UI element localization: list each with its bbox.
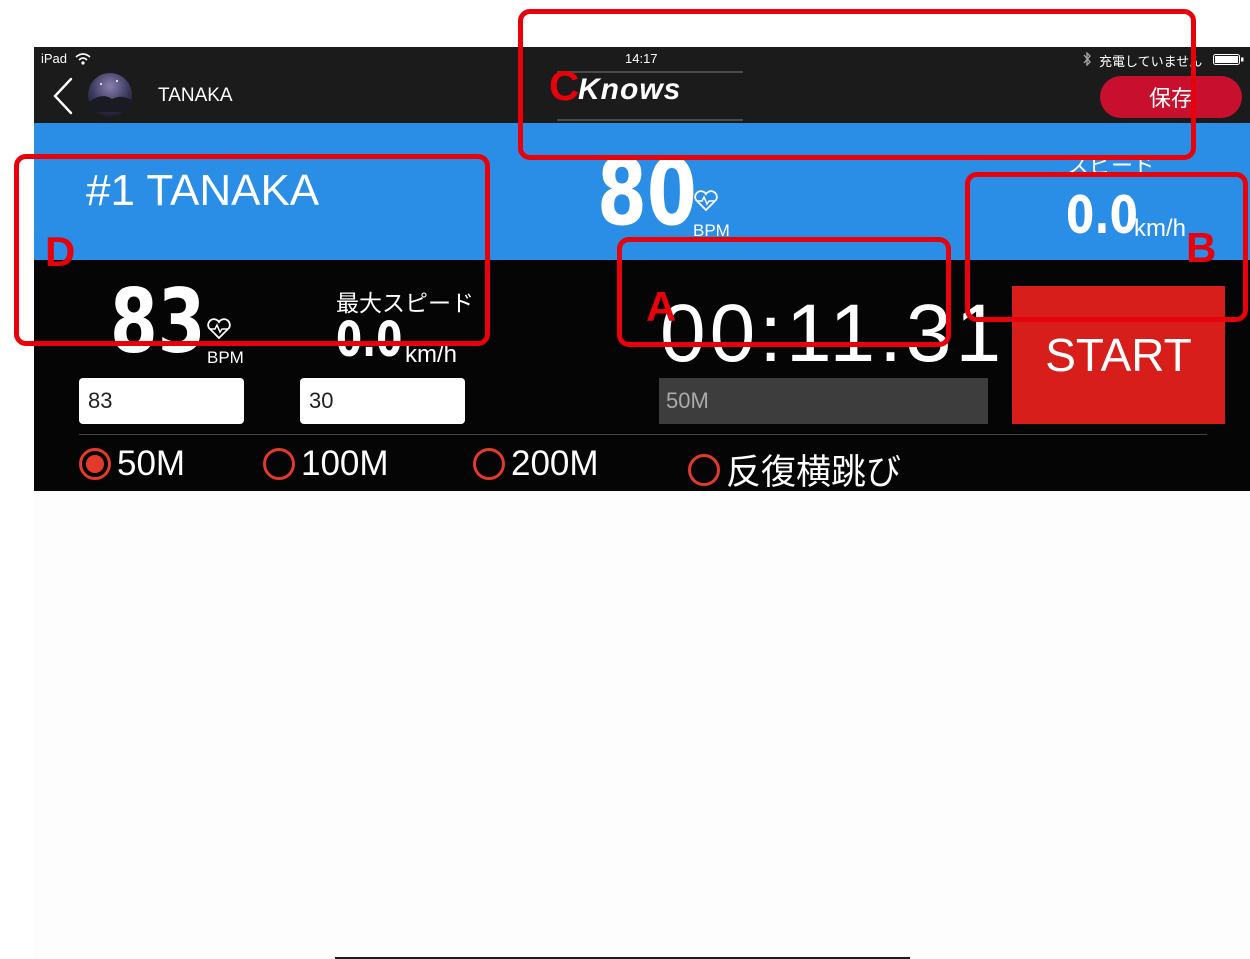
wifi-icon	[75, 53, 91, 65]
event-radio-label: 100M	[301, 444, 389, 483]
radio-selected-dot	[86, 455, 104, 473]
annotation-label-d: D	[45, 228, 76, 275]
avatar[interactable]	[87, 72, 133, 118]
heart-rate-icon	[694, 190, 718, 212]
battery-icon	[1213, 54, 1244, 65]
heart-rate-value: 80	[597, 139, 697, 246]
event-radio-label: 200M	[511, 444, 599, 483]
event-radio-100m[interactable]: 100M	[263, 444, 389, 484]
device-label: iPad	[41, 51, 68, 66]
event-radio-50m[interactable]: 50M	[79, 444, 185, 484]
heart-rate-input[interactable]: 83	[79, 378, 244, 424]
annotation-box-c	[518, 9, 1196, 160]
event-radio-label: 反復横跳び	[726, 453, 902, 492]
radio-button-icon[interactable]	[79, 448, 111, 480]
event-radio-200m[interactable]: 200M	[473, 444, 599, 484]
event-radio-label: 50M	[117, 444, 186, 483]
back-chevron-icon[interactable]	[52, 77, 74, 115]
panel-divider	[79, 434, 1207, 435]
annotation-label-a: A	[646, 283, 677, 330]
event-radio-side-step[interactable]: 反復横跳び	[688, 444, 901, 495]
speed-input[interactable]: 30	[300, 378, 465, 424]
annotation-label-c: C	[549, 62, 580, 109]
radio-button-icon[interactable]	[263, 448, 295, 480]
nav-title: TANAKA	[158, 85, 233, 106]
radio-button-icon[interactable]	[473, 448, 505, 480]
event-field[interactable]: 50M	[659, 378, 988, 424]
annotation-label-b: B	[1186, 224, 1217, 271]
radio-button-icon[interactable]	[688, 453, 720, 486]
annotation-box-d	[14, 154, 490, 346]
max-heart-rate-unit: BPM	[207, 348, 244, 367]
